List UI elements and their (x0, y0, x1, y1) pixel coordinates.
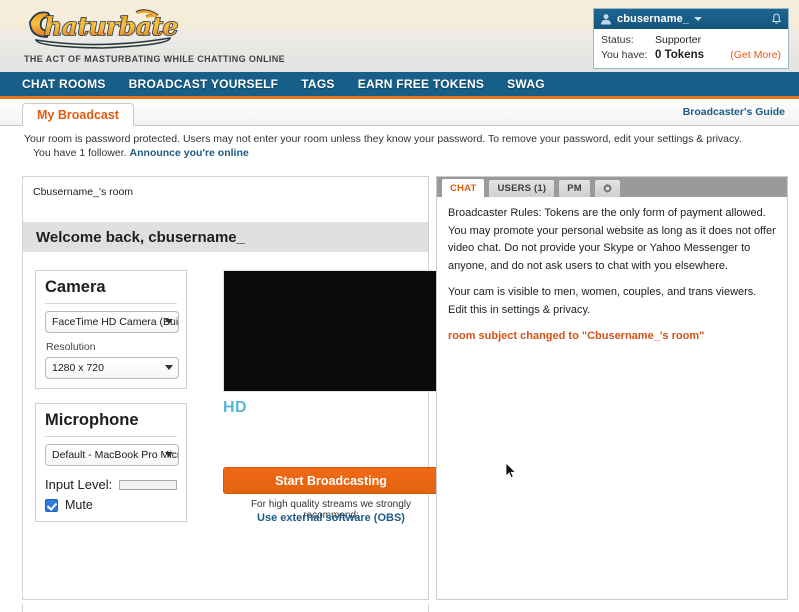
chat-message-rules: Broadcaster Rules: Tokens are the only f… (448, 207, 776, 272)
chat-message-list: Broadcaster Rules: Tokens are the only f… (437, 197, 787, 346)
svg-text:haturbate: haturbate (44, 12, 178, 41)
microphone-device-select[interactable]: Default - MacBook Pro Micro (45, 444, 179, 466)
microphone-device-value: Default - MacBook Pro Micro (52, 449, 179, 461)
tokens-row: You have: 0 Tokens (Get More) (601, 48, 781, 63)
tokens-label: You have: (601, 49, 648, 61)
user-avatar-icon (601, 14, 611, 25)
main-navigation: CHAT ROOMS BROADCAST YOURSELF TAGS EARN … (0, 72, 799, 99)
chat-message-visibility: Your cam is visible to men, women, coupl… (448, 286, 757, 316)
password-notice-line: Your room is password protected. Users m… (24, 133, 742, 145)
camera-heading: Camera (45, 278, 177, 304)
input-level-row: Input Level: (45, 477, 177, 492)
tab-users[interactable]: USERS (1) (488, 179, 556, 197)
input-level-label: Input Level: (45, 477, 113, 492)
microphone-heading: Microphone (45, 411, 177, 437)
broadcasters-guide-link[interactable]: Broadcaster's Guide (683, 106, 785, 118)
tab-chat-settings[interactable] (593, 179, 621, 197)
nav-item-tags[interactable]: TAGS (301, 77, 334, 91)
user-account-box: cbusername_ Status: Supporter You have: … (593, 8, 789, 69)
announce-online-link[interactable]: Announce you're online (130, 147, 249, 159)
page-tab-strip: My Broadcast Broadcaster's Guide (0, 99, 799, 126)
chevron-down-icon (165, 319, 173, 324)
resolution-label: Resolution (46, 341, 96, 353)
nav-item-chat-rooms[interactable]: CHAT ROOMS (22, 77, 106, 91)
page-root: haturbate THE ACT OF MASTURBATING WHILE … (0, 0, 799, 612)
username-label: cbusername_ (617, 13, 690, 25)
site-header: haturbate THE ACT OF MASTURBATING WHILE … (0, 0, 799, 72)
follower-count-text: You have 1 follower. (33, 147, 127, 159)
nav-item-broadcast-yourself[interactable]: BROADCAST YOURSELF (129, 77, 279, 91)
hd-badge: HD (223, 399, 248, 416)
camera-device-select[interactable]: FaceTime HD Camera (Built-i (45, 311, 179, 333)
room-notice: Your room is password protected. Users m… (0, 126, 799, 160)
chat-message-system: room subject changed to "Cbusername_'s r… (448, 330, 705, 342)
chaturbate-logo-icon: haturbate (29, 9, 179, 49)
user-account-details: Status: Supporter You have: 0 Tokens (Ge… (594, 29, 788, 68)
status-label: Status: (601, 34, 634, 46)
get-more-tokens-link[interactable]: (Get More) (730, 48, 781, 63)
gear-icon (602, 183, 613, 193)
camera-resolution-value: 1280 x 720 (52, 362, 104, 374)
chevron-down-icon[interactable] (694, 17, 703, 21)
room-title: Cbusername_'s room (33, 186, 134, 198)
chevron-down-icon (165, 452, 173, 457)
nav-item-earn-free-tokens[interactable]: EARN FREE TOKENS (358, 77, 484, 91)
external-encoder-panel: Use External Encoder to Broadcast (22, 604, 429, 612)
site-tagline: THE ACT OF MASTURBATING WHILE CHATTING O… (24, 54, 286, 64)
mute-label: Mute (65, 498, 93, 512)
camera-settings-box: Camera FaceTime HD Camera (Built-i Resol… (35, 270, 187, 389)
camera-device-value: FaceTime HD Camera (Built-i (52, 316, 179, 328)
status-row: Status: Supporter (601, 33, 781, 48)
camera-preview[interactable] (223, 270, 439, 392)
follower-notice-line: You have 1 follower. Announce you're onl… (24, 146, 799, 160)
chat-panel: CHAT USERS (1) PM Broadcaster Rules: Tok… (436, 176, 788, 600)
tokens-value: 0 Tokens (655, 49, 704, 61)
chat-tab-bar: CHAT USERS (1) PM (437, 177, 787, 197)
user-account-header[interactable]: cbusername_ (594, 9, 788, 29)
welcome-banner: Welcome back, cbusername_ (23, 222, 428, 252)
status-value: Supporter (655, 34, 702, 46)
start-broadcasting-button[interactable]: Start Broadcasting (223, 467, 439, 494)
input-level-meter (119, 479, 177, 490)
nav-item-swag[interactable]: SWAG (507, 77, 545, 91)
chevron-down-icon (165, 365, 173, 370)
tab-my-broadcast[interactable]: My Broadcast (22, 103, 134, 126)
chaturbate-logo[interactable]: haturbate (18, 2, 188, 54)
broadcast-panel: Cbusername_'s room Welcome back, cbusern… (22, 176, 439, 600)
notification-bell-icon[interactable] (771, 13, 782, 25)
tab-chat[interactable]: CHAT (441, 178, 486, 197)
camera-resolution-select[interactable]: 1280 x 720 (45, 357, 179, 379)
main-content: Cbusername_'s room Welcome back, cbusern… (0, 172, 799, 612)
obs-external-software-link[interactable]: Use external software (OBS) (223, 512, 439, 524)
tab-pm[interactable]: PM (558, 179, 591, 197)
microphone-settings-box: Microphone Default - MacBook Pro Micro I… (35, 403, 187, 522)
mute-checkbox[interactable] (45, 498, 58, 512)
mouse-cursor (505, 462, 517, 479)
mute-row[interactable]: Mute (45, 498, 177, 512)
